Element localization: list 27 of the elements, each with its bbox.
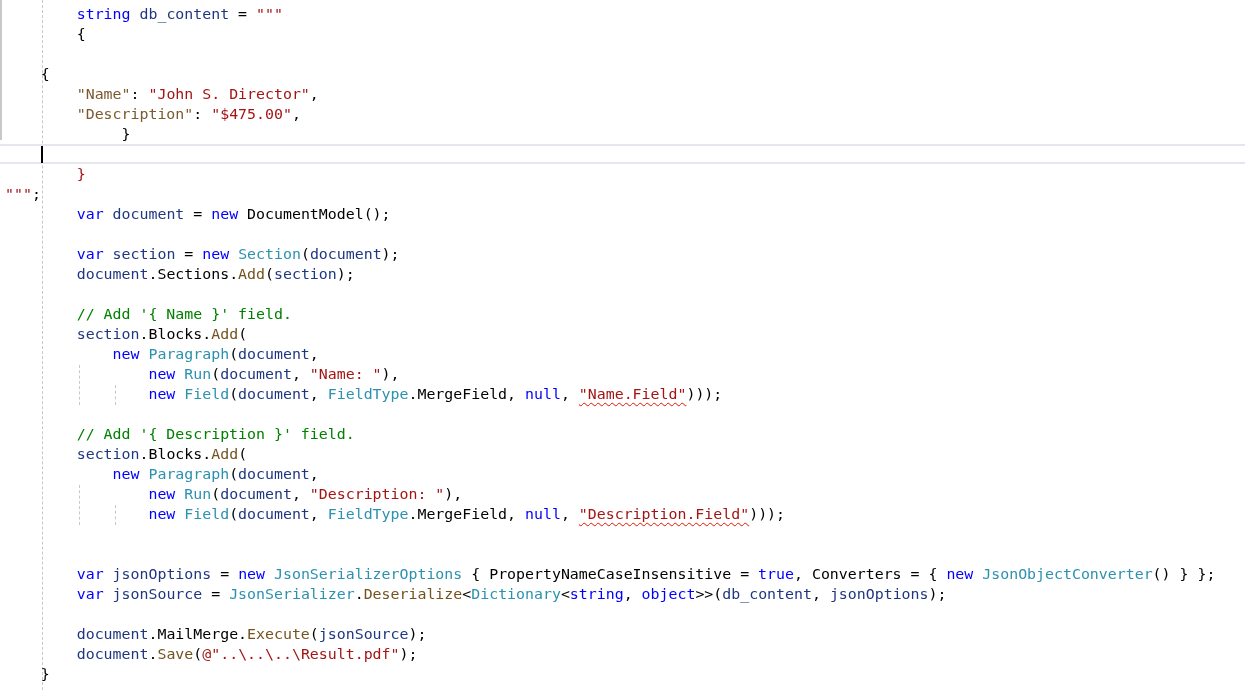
code-line: new Field(document, FieldType.MergeField, null, "Description.Field")));: [148, 504, 786, 524]
code-line: new Run(document, "Name: "),: [148, 364, 400, 384]
code-line: }: [40, 664, 50, 684]
code-line: new Run(document, "Description: "),: [148, 484, 463, 504]
code-line: "Name": "John S. Director",: [76, 84, 319, 104]
code-line: """;: [5, 184, 41, 204]
code-line: section.Blocks.Add(: [76, 444, 248, 464]
code-line: {: [40, 64, 50, 84]
code-line: new Field(document, FieldType.MergeField, null, "Name.Field")));: [148, 384, 723, 404]
code-line: // Add '{ Description }' field.: [76, 424, 355, 444]
code-line: }: [76, 164, 86, 184]
code-line: document.Save(@"..\..\..\Result.pdf");: [76, 644, 418, 664]
code-line: var document = new DocumentModel();: [76, 204, 391, 224]
code-line: string db_content = """: [76, 4, 283, 24]
code-line: section.Blocks.Add(: [76, 324, 248, 344]
code-line: new Paragraph(document,: [112, 344, 319, 364]
code-line: var jsonOptions = new JsonSerializerOptions { PropertyNameCaseInsensitive = true, Converters = { new JsonObjectConverter() } };: [76, 564, 1216, 584]
text-caret: [40, 145, 43, 163]
code-line: {: [76, 24, 86, 44]
code-line: var section = new Section(document);: [76, 244, 400, 264]
code-line: "Description": "$475.00",: [76, 104, 301, 124]
code-line: // Add '{ Name }' field.: [76, 304, 292, 324]
code-line: document.MailMerge.Execute(jsonSource);: [76, 624, 427, 644]
code-line: new Paragraph(document,: [112, 464, 319, 484]
code-line: var jsonSource = JsonSerializer.Deserialize<Dictionary<string, object>>(db_content, jsonOptions);: [76, 584, 947, 604]
code-line: document.Sections.Add(section);: [76, 264, 355, 284]
code-line: }: [121, 124, 131, 144]
